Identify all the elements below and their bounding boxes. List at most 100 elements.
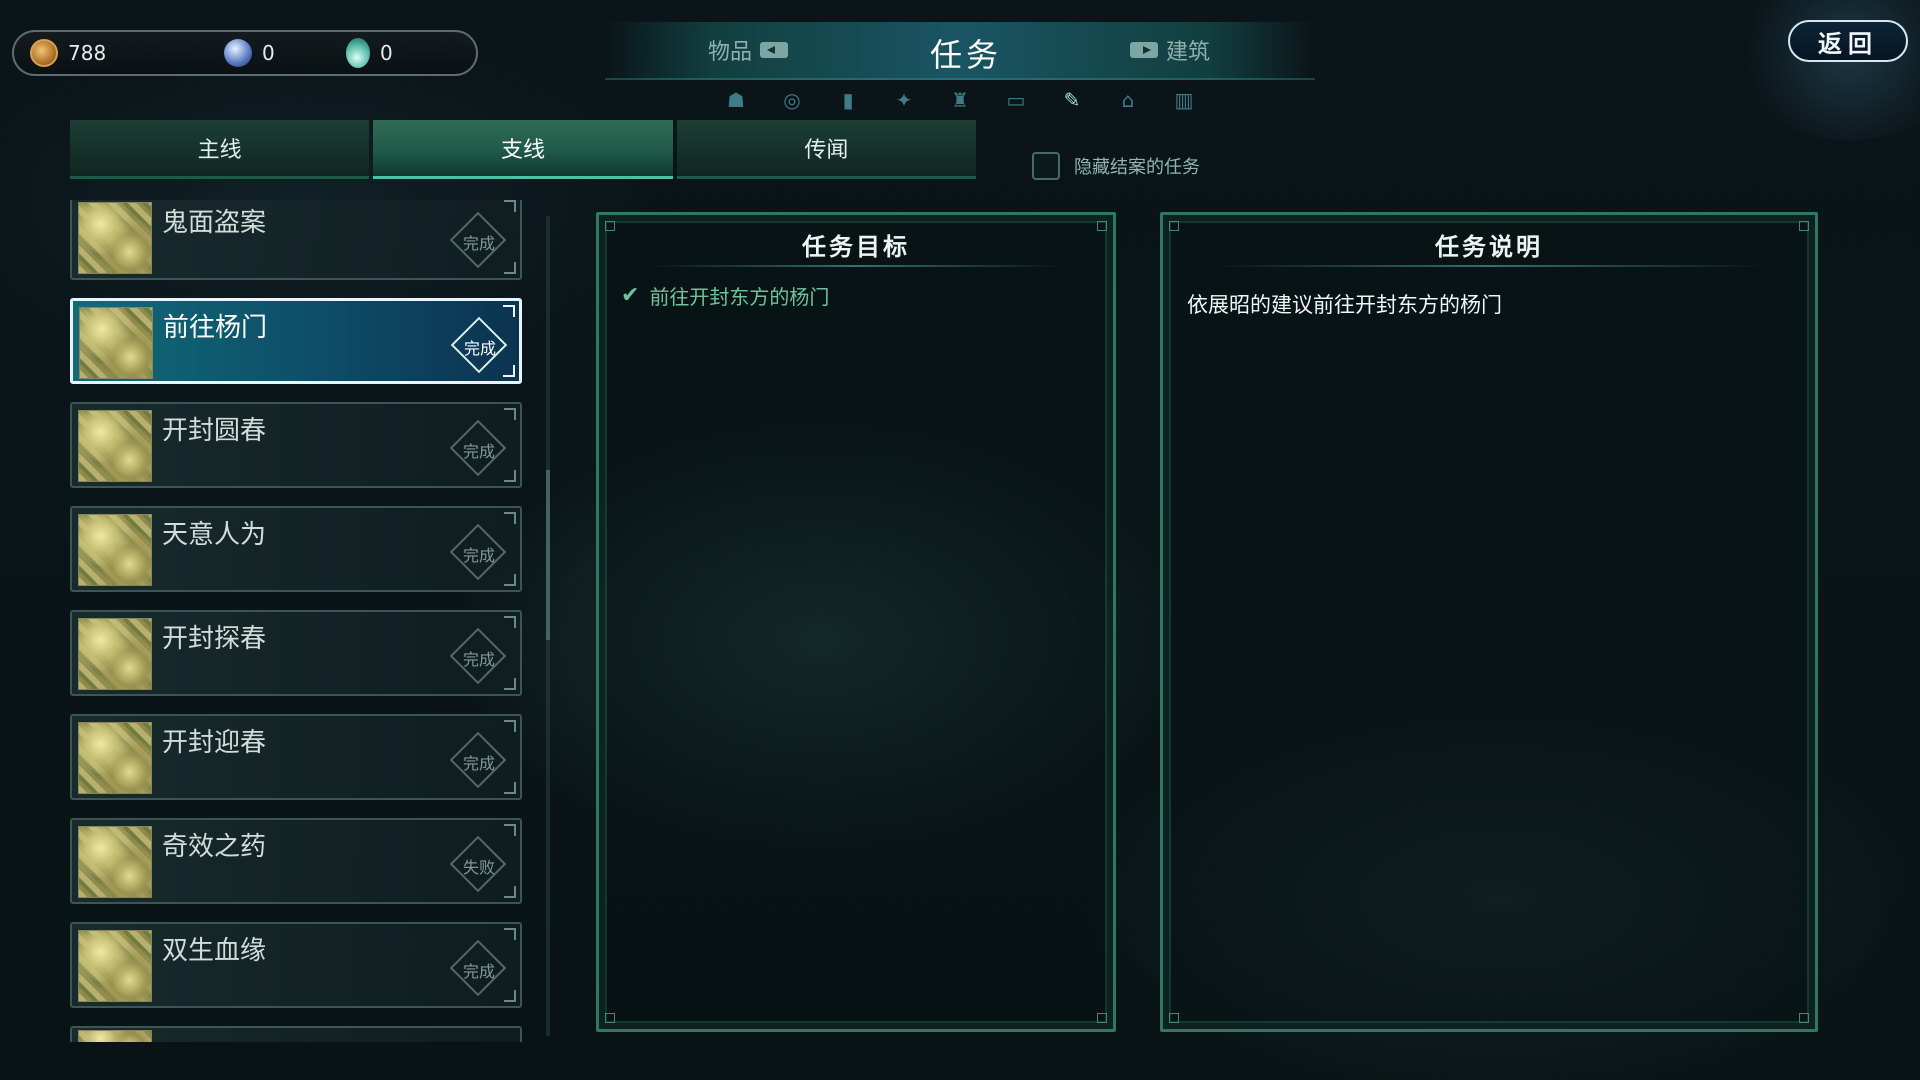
description-title: 任务说明 [1435, 233, 1543, 261]
ghost-icon[interactable]: ☗ [724, 88, 748, 112]
quest-map-thumbnail [78, 202, 152, 274]
quest-status: 完成 [462, 650, 495, 669]
tab-quests[interactable]: 任务 [930, 30, 1002, 76]
quest-title: 天意人为 [162, 520, 267, 550]
orb-value: 0 [262, 41, 275, 65]
corner-bracket [504, 470, 516, 482]
corner-bracket [504, 990, 516, 1002]
return-button[interactable]: 返回 [1788, 20, 1908, 62]
quest-item[interactable]: 开封探春 完成 [70, 610, 522, 696]
tab-buildings[interactable]: 建筑 [1130, 34, 1210, 66]
corner-bracket [504, 886, 516, 898]
quest-item[interactable]: 双生血缘 完成 [70, 922, 522, 1008]
quest-list-scroll-thumb[interactable] [546, 470, 550, 640]
corner-bracket [504, 720, 516, 732]
quest-title: 开封圆春 [162, 416, 267, 446]
water-drop-icon [346, 38, 370, 68]
tab-side-quest[interactable]: 支线 [373, 120, 673, 179]
objectives-title: 任务目标 [802, 233, 910, 261]
copper-currency: 788 [30, 38, 106, 68]
quest-item[interactable]: 鬼面盗案 完成 [70, 200, 522, 280]
category-icon-row: ☗ ◎ ▮ ✦ ♜ ▭ ✎ ⌂ ▥ [724, 88, 1196, 112]
objectives-panel: 任务目标 ✔ 前往开封东方的杨门 [596, 212, 1116, 1032]
tab-quests-label: 任务 [930, 36, 1003, 74]
right-bumper-icon [1130, 42, 1158, 58]
quest-status: 失败 [462, 858, 495, 877]
quest-status: 完成 [462, 442, 495, 461]
quest-status: 完成 [462, 754, 495, 773]
martial-figure-icon[interactable]: ✦ [892, 88, 916, 112]
orb-currency: 0 [224, 38, 275, 68]
divider [649, 265, 1063, 267]
copper-value: 788 [68, 41, 107, 65]
quest-title: 奇效之药 [162, 832, 267, 862]
quest-status: 完成 [463, 339, 496, 358]
description-panel: 任务说明 依展昭的建议前往开封东方的杨门 [1160, 212, 1818, 1032]
objective-item: ✔ 前往开封东方的杨门 [621, 281, 829, 310]
quest-title: 双生血缘 [162, 936, 267, 966]
corner-bracket [504, 408, 516, 420]
corner-bracket [504, 574, 516, 586]
bookshelf-icon[interactable]: ▥ [1172, 88, 1196, 112]
copper-coin-icon [30, 39, 58, 67]
quest-list: 鬼面盗案 完成 前往杨门 完成 开封圆春 完成 天意人为 完成 开封探春 完成 [70, 200, 530, 1042]
description-text: 依展昭的建议前往开封东方的杨门 [1187, 293, 1502, 317]
panel-corner [1169, 1013, 1179, 1023]
book-icon[interactable]: ▮ [836, 88, 860, 112]
tab-items-label: 物品 [708, 40, 753, 65]
robe-icon[interactable]: ♜ [948, 88, 972, 112]
corner-bracket [504, 782, 516, 794]
left-bumper-icon [760, 42, 789, 58]
drop-value: 0 [380, 41, 393, 65]
tab-rumors[interactable]: 传闻 [676, 120, 976, 179]
corner-bracket [503, 365, 515, 377]
quest-item[interactable]: 开封迎春 完成 [70, 714, 522, 800]
quest-title: 前往杨门 [163, 313, 268, 343]
objective-text: 前往开封东方的杨门 [649, 285, 830, 309]
quest-item-partial[interactable] [70, 1026, 522, 1042]
hide-finished-checkbox[interactable] [1032, 152, 1060, 180]
quest-map-thumbnail [78, 514, 152, 586]
corner-bracket [504, 928, 516, 940]
quest-map-thumbnail [78, 618, 152, 690]
currency-bar: 788 0 0 [12, 30, 478, 76]
quest-title: 鬼面盗案 [162, 208, 267, 238]
corner-bracket [504, 616, 516, 628]
hide-finished-label: 隐藏结案的任务 [1074, 157, 1200, 178]
tab-main-quest[interactable]: 主线 [70, 120, 370, 179]
drop-currency: 0 [346, 38, 393, 68]
quest-map-thumbnail [78, 722, 152, 794]
quest-map-thumbnail [78, 1030, 152, 1042]
tab-items[interactable]: 物品 [708, 34, 789, 66]
pavilion-icon[interactable]: ⌂ [1116, 88, 1140, 112]
quest-map-thumbnail [78, 930, 152, 1002]
corner-bracket [504, 200, 516, 212]
checkmark-icon: ✔ [621, 283, 640, 308]
panel-corner [605, 1013, 615, 1023]
quest-status: 完成 [462, 234, 495, 253]
corner-bracket [503, 305, 515, 317]
divider [1213, 265, 1765, 267]
quest-map-thumbnail [78, 410, 152, 482]
hide-finished-toggle[interactable]: 隐藏结案的任务 [1032, 152, 1200, 180]
quest-status: 完成 [462, 962, 495, 981]
chest-icon[interactable]: ▭ [1004, 88, 1028, 112]
quest-map-thumbnail [79, 307, 153, 379]
quest-status: 完成 [462, 546, 495, 565]
quest-map-thumbnail [78, 826, 152, 898]
corner-bracket [504, 678, 516, 690]
corner-bracket [504, 824, 516, 836]
swirl-icon[interactable]: ◎ [780, 88, 804, 112]
panel-corner [1097, 1013, 1107, 1023]
quest-item[interactable]: 奇效之药 失败 [70, 818, 522, 904]
quest-item[interactable]: 天意人为 完成 [70, 506, 522, 592]
tab-buildings-label: 建筑 [1166, 40, 1211, 65]
quest-type-tabs: 主线 支线 传闻 [70, 120, 980, 179]
scroll-icon[interactable]: ✎ [1060, 88, 1084, 112]
quest-title: 开封迎春 [162, 728, 267, 758]
quest-item[interactable]: 开封圆春 完成 [70, 402, 522, 488]
corner-bracket [504, 512, 516, 524]
panel-corner [1799, 1013, 1809, 1023]
corner-bracket [504, 262, 516, 274]
quest-item-selected[interactable]: 前往杨门 完成 [70, 298, 522, 384]
